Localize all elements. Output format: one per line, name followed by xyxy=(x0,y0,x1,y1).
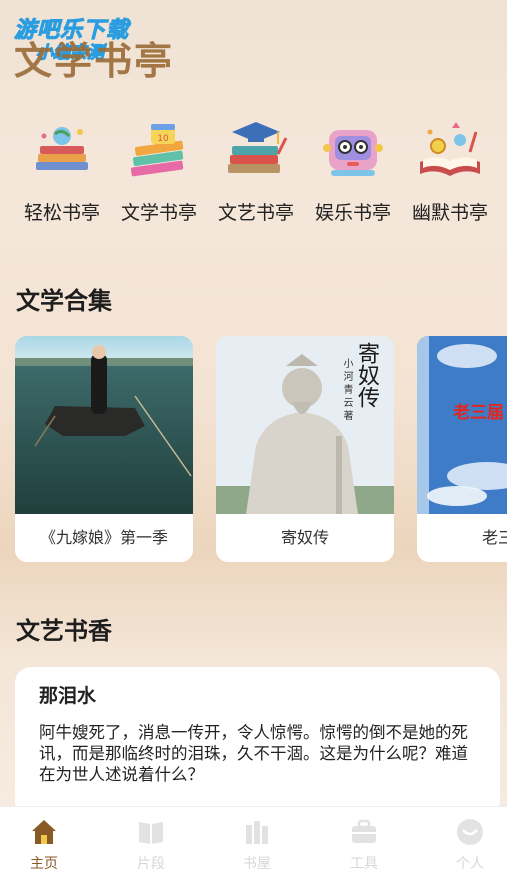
bottom-tab-bar: 主页 片段 书屋 工具 个人 xyxy=(0,806,507,885)
tab-label: 个人 xyxy=(456,856,484,872)
graduation-books-icon xyxy=(220,118,292,190)
books-globe-icon xyxy=(26,118,98,190)
category-easy[interactable]: 轻松书亭 xyxy=(14,118,110,225)
book-name: 寄奴传 xyxy=(280,528,329,547)
category-humor[interactable]: 幽默书亭 xyxy=(402,118,498,225)
book-name: 老三届 xyxy=(481,528,507,547)
excerpt-body: 阿牛嫂死了，消息一传开，令人惊愕。惊愕的倒不是她的死讯，而是那临终时的泪珠，久不… xyxy=(39,723,468,784)
category-label: 轻松书亭 xyxy=(23,202,100,224)
tab-excerpts[interactable]: 片段 xyxy=(116,817,186,873)
book-cover-image: 老三届 xyxy=(417,336,507,514)
cover-title: 寄奴传 xyxy=(354,342,379,408)
category-label: 幽默书亭 xyxy=(411,202,488,224)
tab-tools[interactable]: 工具 xyxy=(329,817,399,873)
category-label: 娱乐书亭 xyxy=(314,202,391,224)
books-calendar-icon: 10 xyxy=(123,118,195,190)
excerpt-title: 那泪水 xyxy=(39,685,97,707)
bookshelf-icon xyxy=(242,817,272,847)
category-entertainment[interactable]: 娱乐书亭 xyxy=(305,118,401,225)
cover-title: 老三届 xyxy=(453,403,504,423)
category-label: 文艺书亭 xyxy=(217,202,294,224)
cover-author: 小河青云著 xyxy=(341,358,352,423)
home-icon xyxy=(29,817,59,847)
tab-label: 书屋 xyxy=(243,856,271,872)
book-carousel[interactable]: 《九嫁娘》第一季 寄奴传 小河青云著 寄奴传 老三届 老三 xyxy=(0,336,507,566)
robot-glasses-icon xyxy=(317,118,389,190)
category-literature[interactable]: 10 文学书亭 xyxy=(111,118,207,225)
open-book-icon xyxy=(414,118,486,190)
tab-home[interactable]: 主页 xyxy=(9,817,79,873)
user-icon xyxy=(455,817,485,847)
collection-title: 文学合集 xyxy=(16,287,112,315)
tab-label: 工具 xyxy=(350,856,378,872)
tab-label: 主页 xyxy=(30,856,58,872)
book-cover-image xyxy=(15,336,193,514)
book-name: 《九嫁娘》第一季 xyxy=(39,528,168,547)
svg-text:10: 10 xyxy=(157,134,169,144)
tab-profile[interactable]: 个人 xyxy=(435,817,505,873)
book-card[interactable]: 寄奴传 小河青云著 寄奴传 xyxy=(216,336,394,562)
excerpt-section-title: 文艺书香 xyxy=(16,617,112,645)
tab-label: 片段 xyxy=(137,856,165,872)
book-cover-image: 寄奴传 小河青云著 xyxy=(216,336,394,514)
book-card[interactable]: 《九嫁娘》第一季 xyxy=(15,336,193,562)
category-arts[interactable]: 文艺书亭 xyxy=(208,118,304,225)
app-title: 文学书亭 xyxy=(14,38,175,83)
briefcase-icon xyxy=(349,817,379,847)
category-label: 文学书亭 xyxy=(120,202,197,224)
book-open-icon xyxy=(136,817,166,847)
book-card[interactable]: 老三届 老三届 xyxy=(417,336,507,562)
category-row: 轻松书亭 10 文学书亭 文艺书亭 娱乐书亭 幽默书亭 xyxy=(0,118,507,228)
tab-bookstore[interactable]: 书屋 xyxy=(222,817,292,873)
excerpt-card[interactable]: 那泪水 阿牛嫂死了，消息一传开，令人惊愕。惊愕的倒不是她的死讯，而是那临终时的泪… xyxy=(15,667,500,817)
